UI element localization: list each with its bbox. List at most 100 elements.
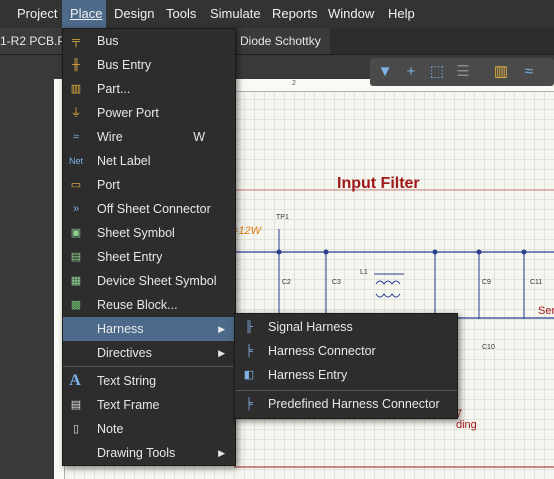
c11-label: C11: [530, 279, 543, 286]
menu-item-bus-label: Bus: [97, 34, 119, 48]
active-bar-toolbar: ▼ + ⬚ ☰ ▥ ≈: [370, 58, 554, 86]
sheet-entry-icon: ▤: [70, 251, 82, 263]
menu-item-net-label[interactable]: Net Net Label: [63, 149, 235, 173]
menu-item-off-sheet-connector-label: Off Sheet Connector: [97, 202, 211, 216]
harness-submenu: ╟ Signal Harness ╞ Harness Connector ◧ H…: [234, 313, 458, 419]
note-fragment-ding: ding: [456, 419, 477, 431]
menu-item-part[interactable]: ▥ Part...: [63, 77, 235, 101]
wire-icon: ≈: [72, 131, 80, 143]
reuse-block-icon: ▩: [70, 299, 82, 311]
menu-item-harness[interactable]: Harness ▶: [63, 317, 235, 341]
menu-item-net-label-label: Net Label: [97, 154, 151, 168]
menu-tools-label: Tools: [166, 6, 197, 21]
c10-label: C10: [482, 344, 495, 351]
harness-connector-icon: ╞: [245, 345, 253, 357]
submenu-arrow-icon: ▶: [218, 324, 225, 334]
part-icon[interactable]: ▥: [490, 58, 512, 86]
c3-label: C3: [332, 279, 341, 286]
menu-item-off-sheet-connector[interactable]: » Off Sheet Connector: [63, 197, 235, 221]
menu-design[interactable]: Design: [108, 0, 158, 28]
select-rect-icon[interactable]: ⬚: [426, 58, 448, 86]
harness-entry-icon: ◧: [243, 369, 255, 381]
menu-item-signal-harness-label: Signal Harness: [268, 320, 353, 334]
menu-item-harness-entry-label: Harness Entry: [268, 368, 348, 382]
text-string-icon: A: [69, 372, 81, 389]
menu-item-predefined-harness-connector[interactable]: ╞ Predefined Harness Connector: [235, 392, 457, 416]
menu-item-note[interactable]: ▯ Note: [63, 417, 235, 441]
menu-item-signal-harness[interactable]: ╟ Signal Harness: [235, 315, 457, 339]
menu-item-device-sheet-symbol-label: Device Sheet Symbol: [97, 274, 217, 288]
menu-simulate[interactable]: Simulate: [204, 0, 266, 28]
menu-item-harness-connector[interactable]: ╞ Harness Connector: [235, 339, 457, 363]
submenu-arrow-icon: ▶: [218, 448, 225, 458]
menu-item-text-string-label: Text String: [97, 374, 157, 388]
menu-item-reuse-block-label: Reuse Block...: [97, 298, 178, 312]
filter-icon[interactable]: ▼: [374, 58, 396, 86]
menu-item-part-label: Part...: [97, 82, 131, 96]
net-label-icon: Net: [68, 156, 83, 166]
menu-separator: [63, 366, 235, 367]
menu-item-note-label: Note: [97, 422, 124, 436]
place-menu: ╤ Bus ╫ Bus Entry ▥ Part... ⏚ Power Port…: [62, 28, 236, 466]
add-icon[interactable]: +: [400, 58, 422, 86]
off-sheet-connector-icon: »: [72, 203, 80, 215]
tab-diode-schottky[interactable]: Diode Schottky: [234, 28, 330, 54]
menu-item-sheet-symbol[interactable]: ▣ Sheet Symbol: [63, 221, 235, 245]
tp1-label: TP1: [276, 214, 289, 221]
bus-entry-icon: ╫: [72, 59, 80, 71]
menu-item-port-label: Port: [97, 178, 120, 192]
menu-place-label: Place: [70, 6, 103, 21]
power-label: =12W: [232, 225, 262, 237]
menu-item-drawing-tools-label: Drawing Tools: [97, 446, 176, 460]
align-icon[interactable]: ☰: [452, 58, 474, 86]
text-frame-icon: ▤: [70, 399, 82, 411]
menu-item-sheet-entry[interactable]: ▤ Sheet Entry: [63, 245, 235, 269]
menu-place[interactable]: Place: [62, 0, 106, 28]
menu-item-directives-label: Directives: [97, 346, 152, 360]
menu-item-bus[interactable]: ╤ Bus: [63, 29, 235, 53]
menu-help[interactable]: Help: [382, 0, 422, 28]
menu-item-device-sheet-symbol[interactable]: ▦ Device Sheet Symbol: [63, 269, 235, 293]
menu-project-label: Project: [17, 6, 58, 21]
l1-label: L1: [360, 269, 368, 276]
tab-pcb[interactable]: 1-R2 PCB.Pcb: [0, 28, 62, 54]
menu-item-reuse-block[interactable]: ▩ Reuse Block...: [63, 293, 235, 317]
tab-diode-schottky-label: Diode Schottky: [240, 34, 321, 48]
signal-harness-icon: ╟: [245, 321, 253, 333]
note-icon: ▯: [72, 423, 80, 435]
tab-pcb-label: 1-R2 PCB.Pcb: [0, 34, 62, 48]
menu-help-label: Help: [388, 6, 415, 21]
power-port-icon: ⏚: [70, 107, 82, 119]
menu-item-predefined-harness-connector-label: Predefined Harness Connector: [268, 397, 440, 411]
menu-reports[interactable]: Reports: [266, 0, 324, 28]
menu-simulate-label: Simulate: [210, 6, 261, 21]
menu-item-power-port-label: Power Port: [97, 106, 159, 120]
part-icon: ▥: [70, 83, 82, 95]
menu-item-directives[interactable]: Directives ▶: [63, 341, 235, 365]
schematic-title: Input Filter: [337, 175, 420, 192]
menu-item-power-port[interactable]: ⏚ Power Port: [63, 101, 235, 125]
device-sheet-symbol-icon: ▦: [70, 275, 82, 287]
menu-item-wire[interactable]: ≈ Wire W: [63, 125, 235, 149]
menu-window[interactable]: Window: [322, 0, 380, 28]
bus-icon: ╤: [72, 35, 80, 47]
sense-label: Sen: [538, 305, 554, 317]
menu-item-sheet-entry-label: Sheet Entry: [97, 250, 163, 264]
menu-item-sheet-symbol-label: Sheet Symbol: [97, 226, 175, 240]
menu-item-port[interactable]: ▭ Port: [63, 173, 235, 197]
menu-item-text-frame[interactable]: ▤ Text Frame: [63, 393, 235, 417]
menu-item-harness-connector-label: Harness Connector: [268, 344, 376, 358]
menu-window-label: Window: [328, 6, 375, 21]
menu-tools[interactable]: Tools: [160, 0, 202, 28]
menu-item-bus-entry[interactable]: ╫ Bus Entry: [63, 53, 235, 77]
wire-icon[interactable]: ≈: [518, 58, 540, 86]
port-icon: ▭: [70, 179, 82, 191]
menu-project[interactable]: Project: [4, 0, 58, 28]
menu-separator: [235, 390, 457, 391]
menu-design-label: Design: [114, 6, 155, 21]
menu-item-harness-entry[interactable]: ◧ Harness Entry: [235, 363, 457, 387]
menu-item-text-string[interactable]: A Text String: [63, 369, 235, 393]
menu-item-drawing-tools[interactable]: Drawing Tools ▶: [63, 441, 235, 465]
submenu-arrow-icon: ▶: [218, 348, 225, 358]
predefined-harness-connector-icon: ╞: [245, 398, 253, 410]
